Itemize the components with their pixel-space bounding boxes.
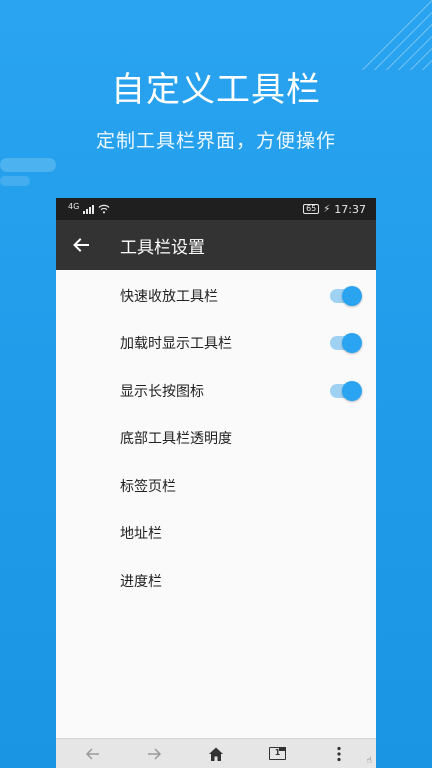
forward-arrow-icon [148,747,162,760]
battery-icon: 65 [303,204,320,214]
network-type: 4G [68,201,80,211]
hero-subtitle: 定制工具栏界面，方便操作 [95,130,336,152]
nav-forward-button[interactable] [134,739,174,768]
setting-label: 底部工具栏透明度 [120,431,232,448]
signal-icon [83,204,95,214]
tabs-count: 1 [274,748,281,757]
back-arrow-icon [85,747,99,760]
tabs-icon: 1 [269,747,287,760]
more-vertical-icon [337,746,341,761]
setting-progress-bar[interactable]: 进度栏 [56,557,376,605]
battery-level: 65 [306,204,317,213]
status-bar: 4G 65 ⚡ 17:37 [56,198,376,220]
pointer-cursor-icon: ☝ [366,756,372,766]
setting-label: 进度栏 [120,573,162,590]
toggle-switch[interactable] [330,380,362,401]
phone-screen: 4G 65 ⚡ 17:37 工具栏设置 快速收放工具栏 加载时显示工具栏 显示长… [56,198,376,768]
nav-home-button[interactable] [196,739,236,768]
setting-label: 地址栏 [120,526,162,543]
setting-show-long-press-icon[interactable]: 显示长按图标 [56,367,376,415]
wifi-icon [98,204,110,214]
toggle-switch[interactable] [330,285,362,306]
charging-icon: ⚡ [323,203,331,215]
hero-title: 自定义工具栏 [111,70,321,110]
setting-bottom-toolbar-opacity[interactable]: 底部工具栏透明度 [56,415,376,463]
decorative-cloud [0,152,70,192]
setting-tab-bar[interactable]: 标签页栏 [56,462,376,510]
setting-label: 加载时显示工具栏 [120,336,232,353]
nav-more-button[interactable] [319,739,359,768]
setting-label: 快速收放工具栏 [120,288,218,305]
decorative-stripes [352,0,432,70]
setting-label: 显示长按图标 [120,383,204,400]
nav-back-button[interactable] [73,739,113,768]
setting-label: 标签页栏 [120,478,176,495]
toggle-switch[interactable] [330,333,362,354]
home-icon [208,747,223,761]
setting-show-toolbar-on-load[interactable]: 加载时显示工具栏 [56,320,376,368]
nav-tabs-button[interactable]: 1 [258,739,298,768]
setting-quick-toggle-toolbar[interactable]: 快速收放工具栏 [56,272,376,320]
app-toolbar: 工具栏设置 [56,220,376,270]
clock: 17:37 [334,202,366,216]
page-title: 工具栏设置 [120,237,205,258]
setting-address-bar[interactable]: 地址栏 [56,510,376,558]
settings-list: 快速收放工具栏 加载时显示工具栏 显示长按图标 底部工具栏透明度 标签页栏 地址… [56,270,376,605]
bottom-navigation: 1 ☝ [56,738,376,768]
arrow-left-icon[interactable] [72,236,90,254]
